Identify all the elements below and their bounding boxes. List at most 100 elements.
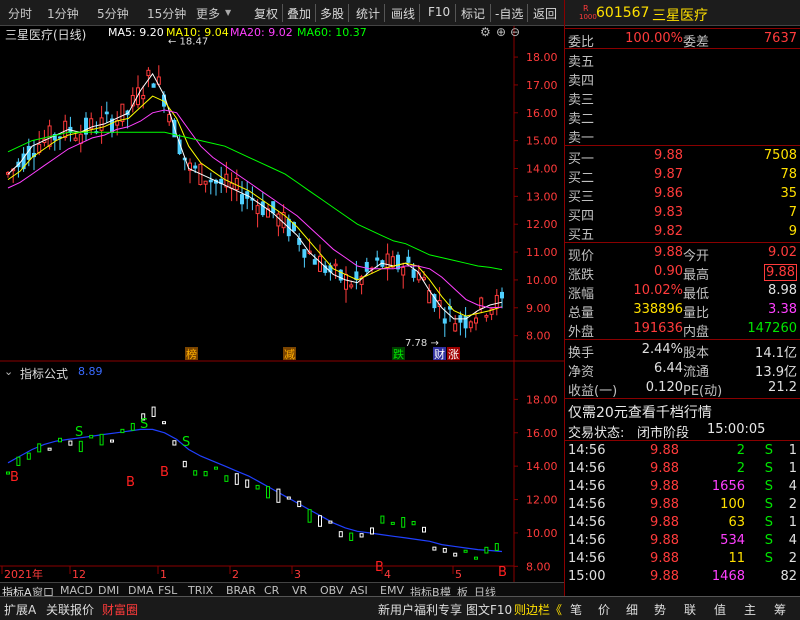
indicator-bar [224, 475, 229, 482]
x-tick-label-1: 12 [72, 568, 86, 581]
add-icon[interactable]: ⊕ [496, 25, 506, 39]
divider [565, 242, 800, 243]
candle-body [312, 259, 317, 265]
wealth-circle-button[interactable]: 财富圈 [102, 601, 138, 618]
indicator-bar [318, 515, 322, 527]
side-tab-shi[interactable]: 势 [654, 601, 666, 618]
kline-chart[interactable]: BSBSBSB B 8.009.0010.0011.0012.0013.0014.… [0, 26, 564, 596]
promo-text[interactable]: 仅需20元查看千档行情 [568, 402, 712, 422]
indicator-bar [484, 546, 489, 554]
f10-button[interactable]: F10 [428, 5, 450, 19]
related-quote-button[interactable]: 关联报价 [46, 601, 94, 618]
tab-15min[interactable]: 15分钟 [147, 5, 186, 22]
side-tab-lian[interactable]: 联 [684, 601, 696, 618]
chevron-down-icon: ▼ [225, 8, 232, 17]
y-tick-label-2: 10.00 [526, 274, 558, 287]
indicator-bar [214, 466, 218, 470]
minus-icon[interactable]: ⊖ [510, 25, 520, 39]
mark-button[interactable]: 标记 [461, 5, 485, 22]
tick-count: 82 [780, 569, 797, 584]
draw-line-button[interactable]: 画线 [391, 5, 415, 22]
promo-row[interactable]: 仅需20元查看千档行情 [565, 401, 800, 422]
fund-label: PE(动) [683, 384, 723, 399]
signal-s-1: S [75, 425, 83, 440]
buy-level-4: 买四 9.83 7 [565, 204, 800, 224]
indicator-bar [255, 484, 260, 490]
back-button[interactable]: 返回 [533, 5, 557, 22]
tick-price: 9.88 [650, 515, 679, 530]
stock-name: 三星医疗 [652, 8, 708, 24]
sell-level-label: 卖四 [568, 74, 595, 89]
sub-y-tick-label-1: 10.00 [526, 527, 558, 540]
candle-body [203, 180, 208, 185]
stat-value: 9.88 [654, 245, 683, 260]
indicator-bar [162, 421, 166, 425]
f10-graphic-button[interactable]: 图文F10 [466, 601, 512, 618]
tick-count: 1 [788, 515, 797, 530]
stat-value: 9.02 [768, 245, 797, 260]
stat-value: 9.88 [764, 264, 797, 281]
overlay-button[interactable]: 叠加 [287, 5, 311, 22]
candle-body [333, 263, 338, 267]
sell-level-label: 卖二 [568, 112, 595, 127]
side-tab-bi[interactable]: 笔 [570, 601, 582, 618]
ma10-label: MA10: 9.04 [166, 26, 229, 39]
sell-level-4: 卖四 [565, 69, 800, 89]
signal-b-7: B [498, 565, 507, 580]
indicator-bar [130, 422, 135, 431]
candle-body [453, 323, 458, 332]
buy-level-5: 买五 9.82 9 [565, 223, 800, 243]
indicator-bar [47, 447, 52, 451]
sell-level-label: 卖三 [568, 93, 595, 108]
event-marker-3: 财 [434, 347, 445, 361]
tick-time: 14:56 [568, 443, 606, 458]
indicator-bar [16, 456, 21, 466]
fund-label: 净资 [568, 365, 595, 380]
chart-area[interactable]: BSBSBSBB 8.00 9.00 10.00 11.00 12.00 13.00 14.… [0, 25, 564, 596]
badge-r: R [583, 4, 589, 13]
candle-body [406, 256, 411, 263]
stats-button[interactable]: 统计 [356, 5, 380, 22]
tab-more[interactable]: 更多 [196, 5, 220, 22]
x-tick-label-3: 2 [232, 568, 239, 581]
fundamental-row: 换手 2.44% 股本 14.1亿 [565, 341, 800, 361]
fund-value: 0.120 [645, 380, 683, 395]
tick-volume: 1656 [711, 479, 745, 494]
candle-body [78, 133, 83, 144]
side-tab-xi[interactable]: 细 [626, 601, 638, 618]
candle-body [349, 284, 354, 288]
tab-5min[interactable]: 5分钟 [97, 5, 129, 22]
new-user-promo[interactable]: 新用户福利专享 [378, 601, 462, 618]
tick-side: S [764, 551, 773, 566]
signal-b-4: B [160, 465, 169, 480]
tab-timeshare[interactable]: 分时 [8, 5, 32, 22]
candle-body [344, 273, 348, 290]
multi-stock-button[interactable]: 多股 [320, 5, 344, 22]
signal-s-5: S [182, 435, 190, 450]
indicator-bar [89, 434, 94, 439]
trading-app: 分时 1分钟 5分钟 15分钟 更多 ▼ 复权 叠加 多股 统计 画线 F10 … [0, 0, 800, 620]
buy-price: 9.82 [654, 224, 683, 239]
sidebar-toggle-button[interactable]: 则边栏《 [514, 601, 562, 618]
indicator-pane: BSBSBSB B [6, 406, 507, 580]
side-tab-jia[interactable]: 价 [598, 601, 610, 618]
tab-1min[interactable]: 1分钟 [47, 5, 79, 22]
x-tick-label-2: 1 [160, 568, 167, 581]
stat-row: 涨幅 10.02% 最低 8.98 [565, 282, 800, 302]
add-watchlist-button[interactable]: -自选 [495, 5, 523, 22]
ext-a-button[interactable]: 扩展A [4, 601, 36, 618]
candle-body [479, 297, 484, 309]
side-tab-zhi[interactable]: 值 [714, 601, 726, 618]
divider [565, 28, 800, 29]
candle-body [442, 318, 447, 324]
fuquan-button[interactable]: 复权 [254, 5, 278, 22]
bottom-bar: 扩展A 关联报价 财富圈 新用户福利专享 图文F10 则边栏《 笔 价 细 势 … [0, 596, 800, 620]
tick-row: 14:56 9.88 100 S 2 [565, 496, 800, 514]
indicator-title[interactable]: 指标公式 [20, 365, 68, 382]
stat-label: 最高 [683, 268, 710, 283]
gear-icon[interactable]: ⚙ [480, 25, 491, 39]
status-time: 15:00:05 [707, 422, 766, 437]
indicator-menu-icon[interactable]: ⌄ [4, 365, 13, 378]
side-tab-chou[interactable]: 筹 [774, 601, 786, 618]
side-tab-zhu[interactable]: 主 [744, 601, 756, 618]
